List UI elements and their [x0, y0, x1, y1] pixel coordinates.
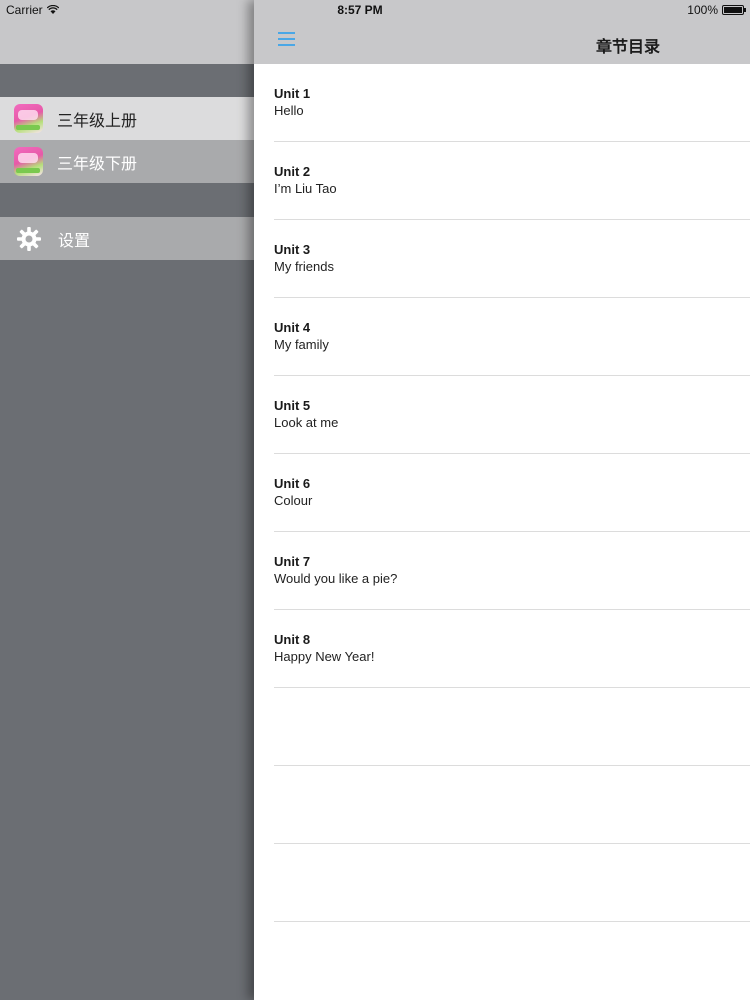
unit-title: Unit 7 — [274, 554, 311, 569]
unit-row-3[interactable]: Unit 3 My friends — [274, 220, 750, 298]
unit-subtitle: Look at me — [274, 415, 339, 430]
empty-row — [274, 766, 750, 844]
unit-title: Unit 6 — [274, 476, 311, 491]
unit-subtitle: I’m Liu Tao — [274, 181, 337, 196]
book-cover-icon — [14, 104, 43, 133]
settings-label: 设置 — [58, 230, 91, 250]
sidebar-item-grade3-vol1[interactable]: 三年级上册 — [0, 97, 254, 140]
battery-label: 100% — [687, 3, 718, 17]
unit-row-1[interactable]: Unit 1 Hello — [274, 64, 750, 142]
gear-icon — [17, 226, 41, 251]
time-label: 8:57 PM — [337, 3, 383, 17]
unit-row-5[interactable]: Unit 5 Look at me — [274, 376, 750, 454]
hamburger-menu-icon[interactable] — [278, 32, 295, 46]
battery-indicator: 100% — [687, 3, 746, 17]
unit-subtitle: Hello — [274, 103, 304, 118]
page-title: 章节目录 — [596, 37, 661, 56]
empty-row — [274, 844, 750, 922]
battery-icon — [722, 5, 746, 15]
unit-row-2[interactable]: Unit 2 I’m Liu Tao — [274, 142, 750, 220]
sidebar-item-settings[interactable]: 设置 — [0, 217, 254, 260]
sidebar: 三年级上册 三年级下册 设置 — [0, 0, 254, 1000]
sidebar-item-label: 三年级上册 — [57, 110, 138, 130]
unit-subtitle: My friends — [274, 259, 334, 274]
unit-subtitle: Happy New Year! — [274, 649, 375, 664]
unit-title: Unit 3 — [274, 242, 311, 257]
unit-list: Unit 1 Hello Unit 2 I’m Liu Tao Unit 3 M… — [254, 64, 750, 922]
unit-row-6[interactable]: Unit 6 Colour — [274, 454, 750, 532]
chapter-list-panel: 章节目录 Unit 1 Hello Unit 2 I’m Liu Tao Uni… — [254, 0, 750, 1000]
unit-title: Unit 2 — [274, 164, 311, 179]
empty-row — [274, 688, 750, 766]
sidebar-item-label: 三年级下册 — [57, 153, 138, 173]
status-bar: Carrier 8:57 PM 100% — [0, 0, 750, 20]
unit-subtitle: Colour — [274, 493, 313, 508]
unit-title: Unit 5 — [274, 398, 311, 413]
unit-title: Unit 1 — [274, 86, 311, 101]
clock: 8:57 PM — [0, 3, 750, 17]
sidebar-item-grade3-vol2[interactable]: 三年级下册 — [0, 140, 254, 183]
unit-row-8[interactable]: Unit 8 Happy New Year! — [274, 610, 750, 688]
book-cover-icon — [14, 147, 43, 176]
unit-subtitle: My family — [274, 337, 329, 352]
unit-row-7[interactable]: Unit 7 Would you like a pie? — [274, 532, 750, 610]
unit-title: Unit 8 — [274, 632, 311, 647]
unit-title: Unit 4 — [274, 320, 311, 335]
unit-row-4[interactable]: Unit 4 My family — [274, 298, 750, 376]
unit-subtitle: Would you like a pie? — [274, 571, 398, 586]
